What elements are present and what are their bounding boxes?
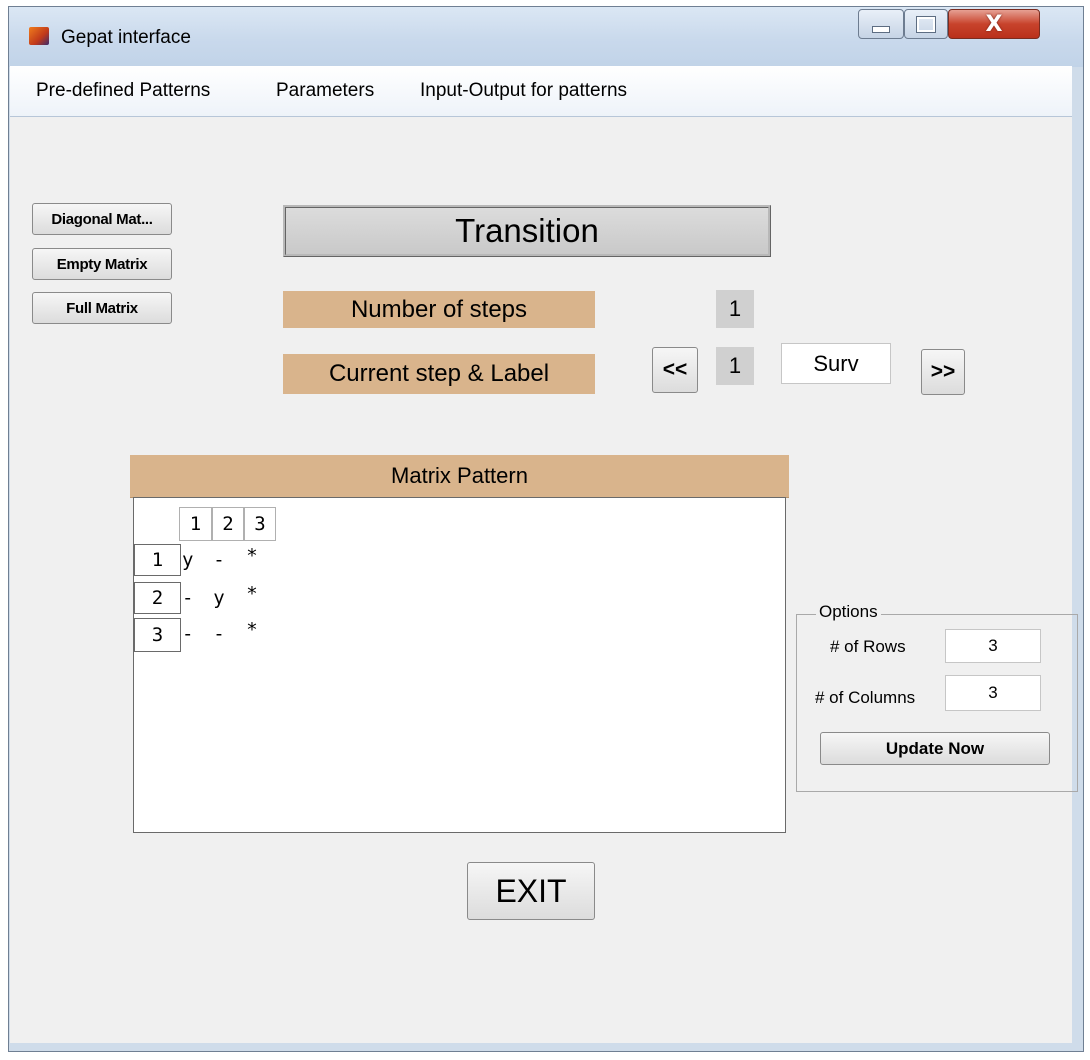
columns-input[interactable]: 3 [945, 675, 1041, 711]
empty-matrix-button[interactable]: Empty Matrix [32, 248, 172, 280]
update-now-button[interactable]: Update Now [820, 732, 1050, 765]
rows-label: # of Rows [830, 637, 906, 656]
column-header: 1 [179, 507, 212, 541]
number-of-steps-value: 1 [716, 290, 754, 328]
row-header: 2 [134, 582, 181, 614]
previous-step-button[interactable]: << [652, 347, 698, 393]
matrix-cell[interactable]: * [242, 578, 262, 610]
column-header: 3 [244, 507, 276, 541]
options-legend: Options [816, 602, 881, 622]
rows-input[interactable]: 3 [945, 629, 1041, 663]
column-header: 2 [212, 507, 244, 541]
step-label-field[interactable]: Surv [781, 343, 891, 384]
matrix-cell[interactable]: y [209, 582, 229, 614]
row-header: 3 [134, 618, 181, 652]
row-header: 1 [134, 544, 181, 576]
close-button[interactable]: X [948, 9, 1040, 39]
menu-input-output[interactable]: Input-Output for patterns [420, 80, 627, 102]
menu-bar: Pre-defined Patterns Parameters Input-Ou… [10, 66, 1072, 117]
number-of-steps-label: Number of steps [283, 291, 595, 328]
matrix-cell[interactable]: * [242, 540, 262, 572]
minimize-icon [872, 25, 890, 33]
matrix-pattern-title: Matrix Pattern [130, 455, 789, 498]
matrix-cell[interactable]: - [209, 544, 229, 576]
columns-label: # of Columns [815, 688, 916, 707]
transition-button[interactable]: Transition [283, 205, 771, 257]
matrix-cell[interactable]: - [181, 618, 201, 650]
diagonal-matrix-button[interactable]: Diagonal Mat... [32, 203, 172, 235]
next-step-button[interactable]: >> [921, 349, 965, 395]
current-step-value: 1 [716, 347, 754, 385]
exit-button[interactable]: EXIT [467, 862, 595, 920]
maximize-icon [916, 15, 936, 33]
matrix-cell[interactable]: - [181, 582, 201, 614]
matrix-cell[interactable]: y [181, 544, 201, 576]
title-bar: Gepat interface X [9, 7, 1083, 67]
menu-parameters[interactable]: Parameters [276, 80, 374, 102]
matrix-cell[interactable]: * [242, 614, 262, 646]
matrix-table: 1 2 3 1 y - * 2 - y * 3 - - * [133, 497, 786, 833]
minimize-button[interactable] [858, 9, 904, 39]
close-icon: X [985, 11, 1003, 37]
matlab-icon [29, 27, 49, 45]
full-matrix-button[interactable]: Full Matrix [32, 292, 172, 324]
window-title: Gepat interface [61, 27, 191, 48]
current-step-label: Current step & Label [283, 354, 595, 394]
maximize-button[interactable] [904, 9, 948, 39]
matrix-cell[interactable]: - [209, 618, 229, 650]
menu-predefined-patterns[interactable]: Pre-defined Patterns [36, 80, 210, 102]
